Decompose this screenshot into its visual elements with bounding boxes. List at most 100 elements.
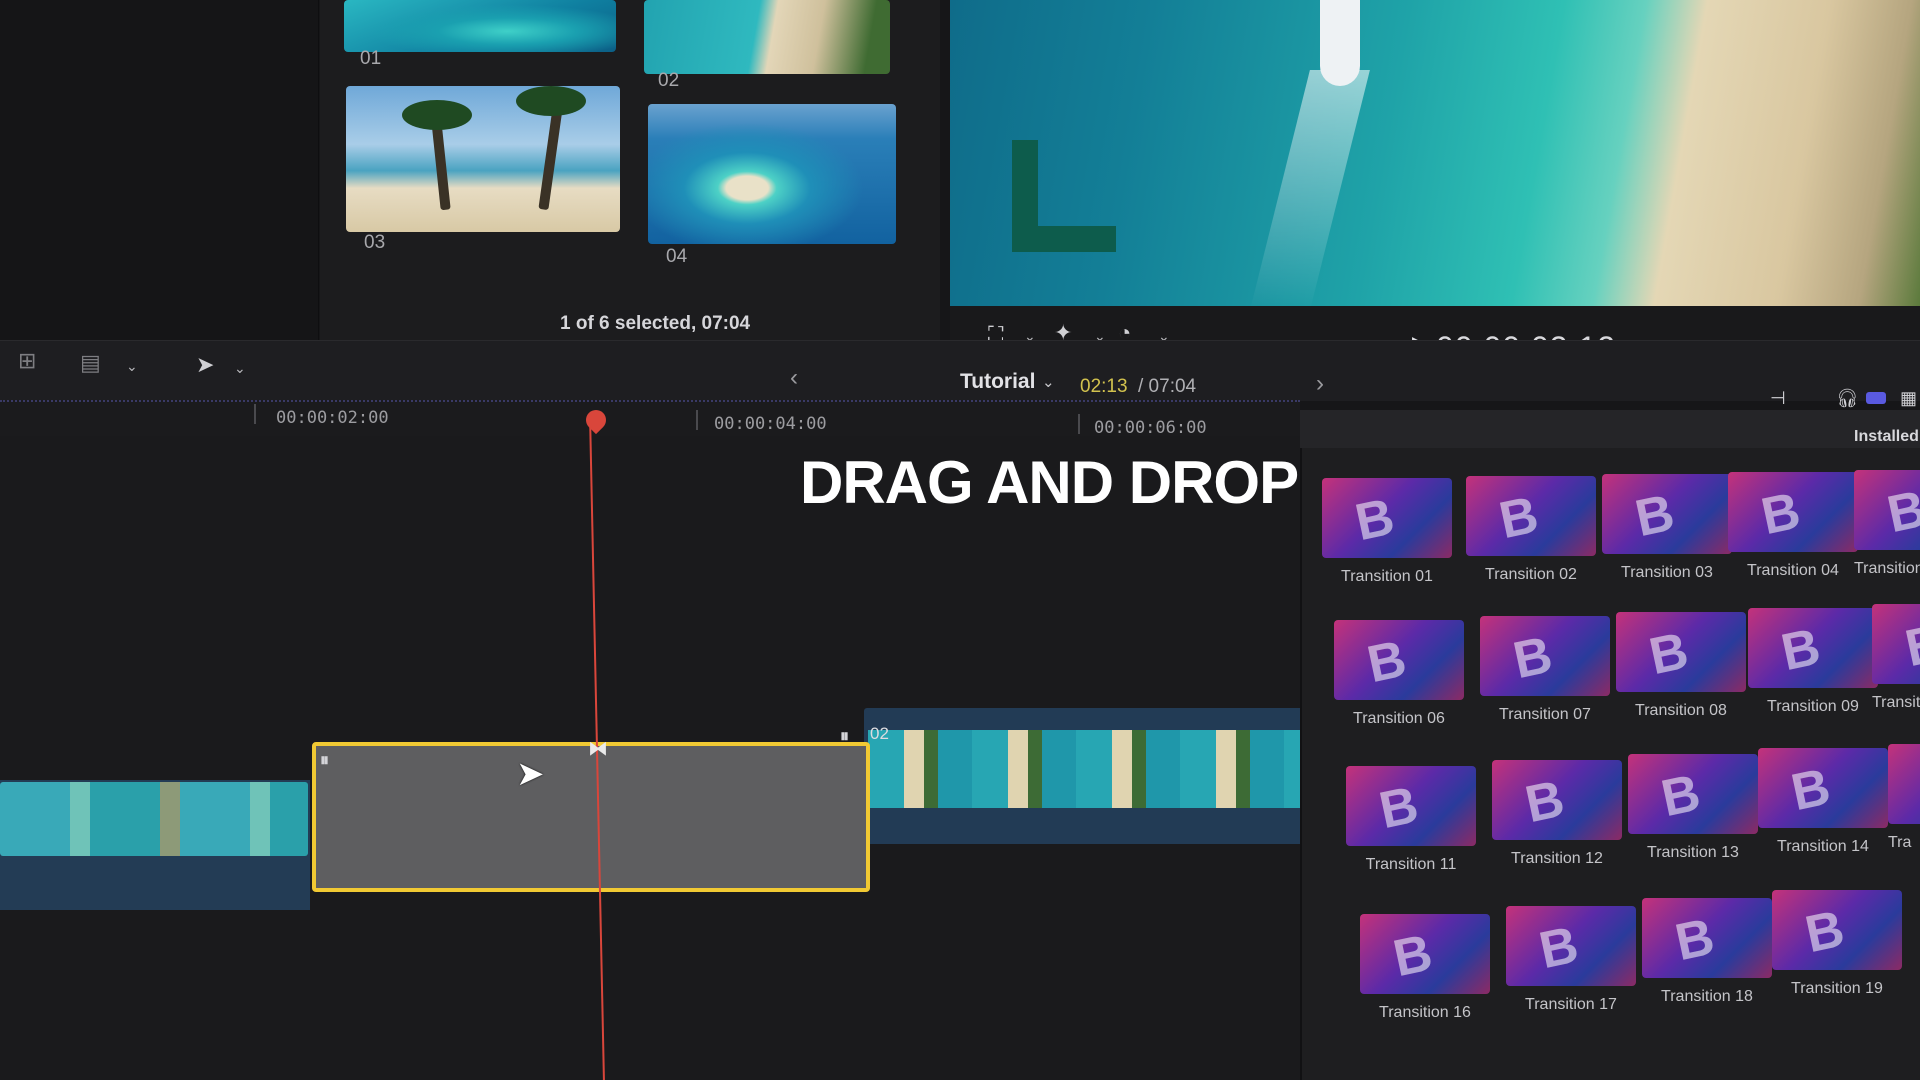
transition-item[interactable]: B Transition 08 <box>1616 612 1746 720</box>
transition-label: Transit <box>1872 694 1920 711</box>
transition-item[interactable]: B Transition 04 <box>1728 472 1858 580</box>
transition-label: Transition 08 <box>1635 702 1727 719</box>
transitions-header <box>1300 410 1920 448</box>
boat-wake <box>1250 70 1370 306</box>
transition-item[interactable]: B Transition 11 <box>1346 766 1476 874</box>
transition-thumbnail: B <box>1466 476 1596 556</box>
ruler-tick <box>696 410 698 430</box>
ruler-tick <box>254 404 256 424</box>
transition-label: Transition 14 <box>1777 838 1869 855</box>
transition-item[interactable]: B Transit <box>1872 604 1920 712</box>
ruler-tick <box>1078 414 1080 434</box>
transition-thumbnail: B <box>1480 616 1610 696</box>
transition-item[interactable]: B Transition 03 <box>1602 474 1732 582</box>
transition-item[interactable]: B Transition 01 <box>1322 478 1452 586</box>
clip-label: 04 <box>666 246 688 267</box>
clip-thumbnail-03[interactable] <box>346 86 620 232</box>
transition-item[interactable]: B Transition 16 <box>1360 914 1490 1022</box>
transition-item[interactable]: B Transition 14 <box>1758 748 1888 856</box>
transition-label: Transition 09 <box>1767 698 1859 715</box>
transition-thumbnail: B <box>1772 890 1902 970</box>
select-tool-icon[interactable]: ➤ <box>196 352 214 378</box>
transition-thumbnail: B <box>1334 620 1464 700</box>
transition-item[interactable]: B Transition 07 <box>1480 616 1610 724</box>
transition-label: Transition 07 <box>1499 706 1591 723</box>
sidebar-panel <box>0 0 319 340</box>
transition-thumbnail: B <box>1506 906 1636 986</box>
duration-time: / 07:04 <box>1138 376 1197 397</box>
installed-transitions-label[interactable]: Installed T <box>1854 428 1920 446</box>
transition-label: Transition 17 <box>1525 996 1617 1013</box>
transition-thumbnail: B <box>1602 474 1732 554</box>
clip-thumbnail-02[interactable] <box>644 0 890 74</box>
video-viewer <box>950 0 1920 306</box>
ruler-tick-label: 00:00:06:00 <box>1094 418 1207 438</box>
transition-item[interactable]: B Transition <box>1854 470 1920 578</box>
transition-thumbnail: B <box>1492 760 1622 840</box>
transition-thumbnail: B <box>1346 766 1476 846</box>
transition-label: Transition 06 <box>1353 710 1445 727</box>
next-arrow-icon[interactable]: › <box>1316 370 1324 398</box>
transition-label: Transition 16 <box>1379 1004 1471 1021</box>
drag-and-drop-headline: DRAG AND DROP <box>800 449 1299 516</box>
letter-l-graphic <box>1012 226 1116 252</box>
transition-item[interactable]: B Transition 19 <box>1772 890 1902 998</box>
clip-label: 02 <box>658 70 680 91</box>
ruler-tick-label: 00:00:04:00 <box>714 414 827 434</box>
chevron-down-icon[interactable]: ⌄ <box>1042 373 1055 391</box>
clip-appearance-icon[interactable]: ▤ <box>80 350 101 376</box>
transition-thumbnail: B <box>1854 470 1920 550</box>
transition-thumbnail: B <box>1616 612 1746 692</box>
previous-arrow-icon[interactable]: ‹ <box>790 364 798 392</box>
clip-handle-left-icon[interactable]: ⏸︎ <box>320 750 329 771</box>
transition-item[interactable]: B Transition 06 <box>1334 620 1464 728</box>
transition-label: Transition 18 <box>1661 988 1753 1005</box>
mouse-cursor-icon: ➤ <box>516 755 545 793</box>
transition-thumbnail: B <box>1642 898 1772 978</box>
clip-filmstrip <box>0 782 308 856</box>
solo-icon[interactable] <box>1866 392 1886 404</box>
playhead-time: 02:13 <box>1080 376 1128 397</box>
transition-label: Transition 03 <box>1621 564 1713 581</box>
selection-status: 1 of 6 selected, 07:04 <box>560 313 751 334</box>
transition-thumbnail: B <box>1628 754 1758 834</box>
transition-thumbnail: B <box>1360 914 1490 994</box>
clip-handle-right-icon[interactable]: ⏸︎ <box>840 726 849 747</box>
transition-thumbnail: B <box>1322 478 1452 558</box>
boat <box>1320 0 1360 86</box>
headphones-icon[interactable]: 🎧︎ <box>1836 388 1859 409</box>
skimming-icon[interactable]: ⊣ <box>1770 388 1786 409</box>
transition-thumbnail: B <box>1748 608 1878 688</box>
transition-label: Tra <box>1888 834 1912 851</box>
transition-label: Transition 02 <box>1485 566 1577 583</box>
transition-item[interactable]: B Transition 18 <box>1642 898 1772 1006</box>
clip-thumbnail-01[interactable] <box>344 0 616 52</box>
transition-thumbnail: B <box>1872 604 1920 684</box>
append-clip-icon[interactable]: ⊞ <box>18 348 36 374</box>
transition-item[interactable]: B Tra <box>1888 744 1920 852</box>
project-name[interactable]: Tutorial <box>960 370 1035 394</box>
clip-label: 01 <box>360 48 382 69</box>
transition-thumbnail: B <box>1758 748 1888 828</box>
transition-thumbnail: B <box>1728 472 1858 552</box>
browser-toggle-icon[interactable]: ▦ <box>1900 388 1917 409</box>
transition-item[interactable]: B Transition 02 <box>1466 476 1596 584</box>
transition-item[interactable]: B Transition 17 <box>1506 906 1636 1014</box>
transition-label: Transition 12 <box>1511 850 1603 867</box>
chevron-down-icon[interactable]: ⌄ <box>234 360 246 377</box>
clip-label: 03 <box>364 232 386 253</box>
ruler-tick-label: 00:00:02:00 <box>276 408 389 428</box>
transition-label: Transition <box>1854 560 1920 577</box>
transition-thumbnail: B <box>1888 744 1920 824</box>
transition-item[interactable]: B Transition 09 <box>1748 608 1878 716</box>
snap-marker-icon: ⧓ <box>588 738 608 760</box>
clip-thumbnail-04[interactable] <box>648 104 896 244</box>
transition-label: Transition 01 <box>1341 568 1433 585</box>
transition-item[interactable]: B Transition 12 <box>1492 760 1622 868</box>
transition-item[interactable]: B Transition 13 <box>1628 754 1758 862</box>
clip-label: 02 <box>870 724 889 743</box>
transition-label: Transition 13 <box>1647 844 1739 861</box>
chevron-down-icon[interactable]: ⌄ <box>126 358 138 375</box>
selected-gap-clip[interactable] <box>312 742 870 892</box>
transition-label: Transition 04 <box>1747 562 1839 579</box>
